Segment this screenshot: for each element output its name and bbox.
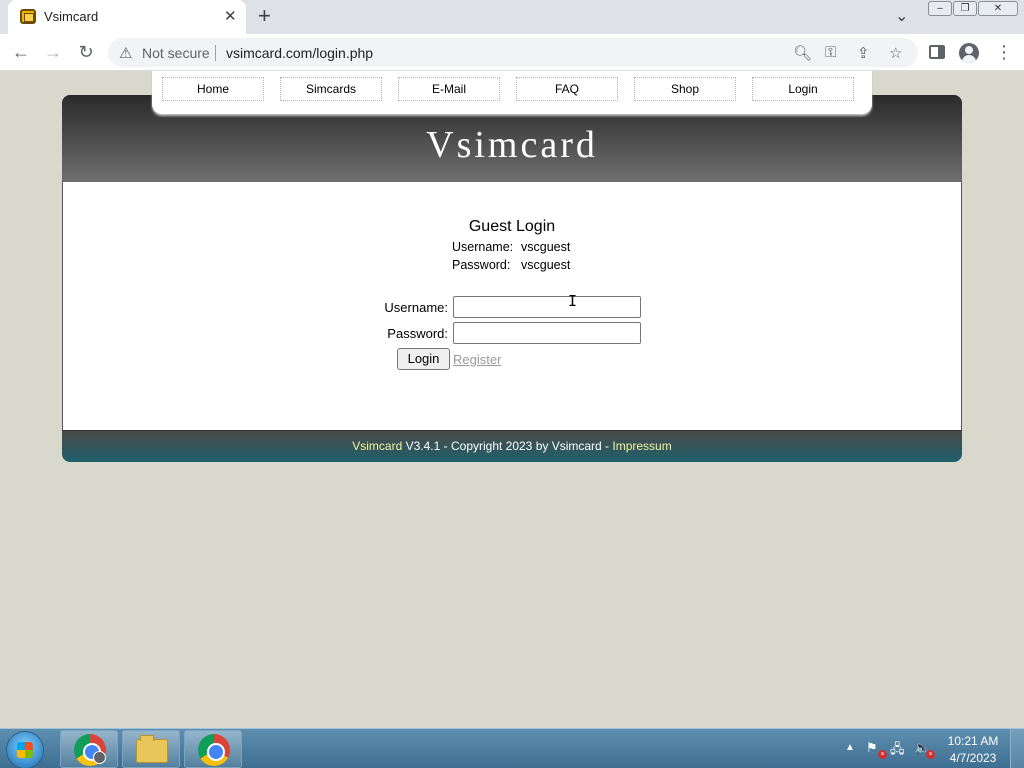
mute-badge-icon: × — [926, 750, 935, 759]
nav-login[interactable]: Login — [752, 77, 854, 101]
window-minimize-button[interactable]: – — [928, 1, 952, 16]
nav-home[interactable]: Home — [162, 77, 264, 101]
taskbar-chrome-button[interactable] — [184, 730, 242, 768]
address-bar[interactable]: ⚠ Not secure vsimcard.com/login.php 🔍︎ ⚿… — [108, 38, 918, 67]
share-icon[interactable]: ⇪ — [857, 44, 870, 62]
clock-time[interactable]: 10:21 AM — [942, 734, 1004, 748]
guest-username-label: Username: — [452, 240, 514, 254]
site-title: Vsimcard — [426, 124, 598, 166]
login-button[interactable]: Login — [397, 348, 450, 370]
taskbar-chrome-profile-button[interactable] — [60, 730, 118, 768]
nav-simcards[interactable]: Simcards — [280, 77, 382, 101]
browser-tab[interactable]: Vsimcard ✕ — [8, 0, 246, 34]
tab-search-chevron-icon[interactable]: ⌄ — [895, 6, 908, 26]
text-cursor-icon: I — [568, 292, 578, 310]
register-link[interactable]: Register — [453, 352, 501, 367]
start-orb-icon[interactable] — [6, 731, 44, 768]
clock-date[interactable]: 4/7/2023 — [942, 751, 1004, 765]
error-badge-icon: × — [878, 750, 887, 759]
password-input[interactable] — [453, 322, 641, 344]
footer-text: Vsimcard V3.4.1 - Copyright 2023 by Vsim… — [62, 439, 962, 453]
forward-arrow-icon[interactable]: → — [41, 41, 65, 65]
chrome-icon — [198, 734, 230, 766]
username-label: Username: — [384, 300, 448, 315]
action-center-flag-icon[interactable]: ⚑ × — [866, 740, 887, 759]
site-footer: Vsimcard V3.4.1 - Copyright 2023 by Vsim… — [62, 430, 962, 462]
guest-password-label: Password: — [452, 258, 511, 272]
page-viewport: Vsimcard Home Simcards E-Mail FAQ Shop L… — [0, 71, 1024, 728]
login-panel: Guest Login Username: vscguest Password:… — [62, 182, 962, 430]
reload-icon[interactable]: ↻ — [74, 41, 98, 65]
side-panel-icon[interactable] — [929, 45, 945, 59]
footer-copyright: V3.4.1 - Copyright 2023 by Vsimcard - — [402, 439, 613, 453]
folder-icon — [136, 735, 168, 763]
profile-badge-icon — [93, 751, 106, 764]
window-maximize-button[interactable]: ❐ — [953, 1, 977, 16]
nav-faq[interactable]: FAQ — [516, 77, 618, 101]
sim-card-icon — [20, 9, 36, 24]
window-close-button[interactable]: ✕ — [978, 1, 1018, 16]
guest-password-value: vscguest — [521, 258, 571, 272]
password-label: Password: — [387, 326, 448, 341]
key-icon[interactable]: ⚿ — [825, 44, 836, 61]
profile-avatar-icon[interactable] — [959, 43, 979, 63]
volume-icon[interactable]: 🔈 × — [914, 740, 935, 759]
taskbar-file-explorer-button[interactable] — [122, 730, 180, 768]
bookmark-star-icon[interactable]: ☆ — [889, 44, 902, 62]
security-status[interactable]: Not secure — [142, 45, 210, 61]
omnibox-divider — [215, 45, 216, 61]
tray-expand-icon[interactable]: ▲ — [845, 742, 855, 753]
network-glyph: 🖧 — [890, 741, 905, 756]
footer-brand: Vsimcard — [352, 439, 403, 453]
taskbar: ▲ ⚑ × 🖧 🔈 × 10:21 AM 4/7/2023 — [0, 728, 1024, 768]
zoom-icon[interactable]: 🔍︎ — [793, 44, 812, 62]
nav-shop[interactable]: Shop — [634, 77, 736, 101]
tab-close-icon[interactable]: ✕ — [224, 7, 237, 25]
tab-strip: Vsimcard ✕ + ⌄ – ❐ ✕ — [0, 0, 1024, 34]
network-icon[interactable]: 🖧 — [890, 740, 908, 756]
flag-glyph: ⚑ — [866, 740, 878, 755]
url-text[interactable]: vsimcard.com/login.php — [226, 45, 373, 61]
back-arrow-icon[interactable]: ← — [9, 41, 33, 65]
show-desktop-button[interactable] — [1010, 729, 1024, 768]
guest-login-heading: Guest Login — [468, 218, 556, 235]
tab-title: Vsimcard — [44, 9, 99, 24]
guest-username-value: vscguest — [521, 240, 571, 254]
warning-triangle-icon[interactable]: ⚠ — [119, 44, 132, 62]
browser-toolbar: ← → ↻ ⚠ Not secure vsimcard.com/login.ph… — [0, 34, 1024, 71]
impressum-link[interactable]: Impressum — [612, 439, 671, 453]
nav-email[interactable]: E-Mail — [398, 77, 500, 101]
new-tab-button[interactable]: + — [258, 3, 271, 29]
username-input[interactable] — [453, 296, 641, 318]
kebab-menu-icon[interactable]: ⋮ — [995, 42, 1013, 63]
top-navigation: Home Simcards E-Mail FAQ Shop Login — [152, 71, 872, 114]
